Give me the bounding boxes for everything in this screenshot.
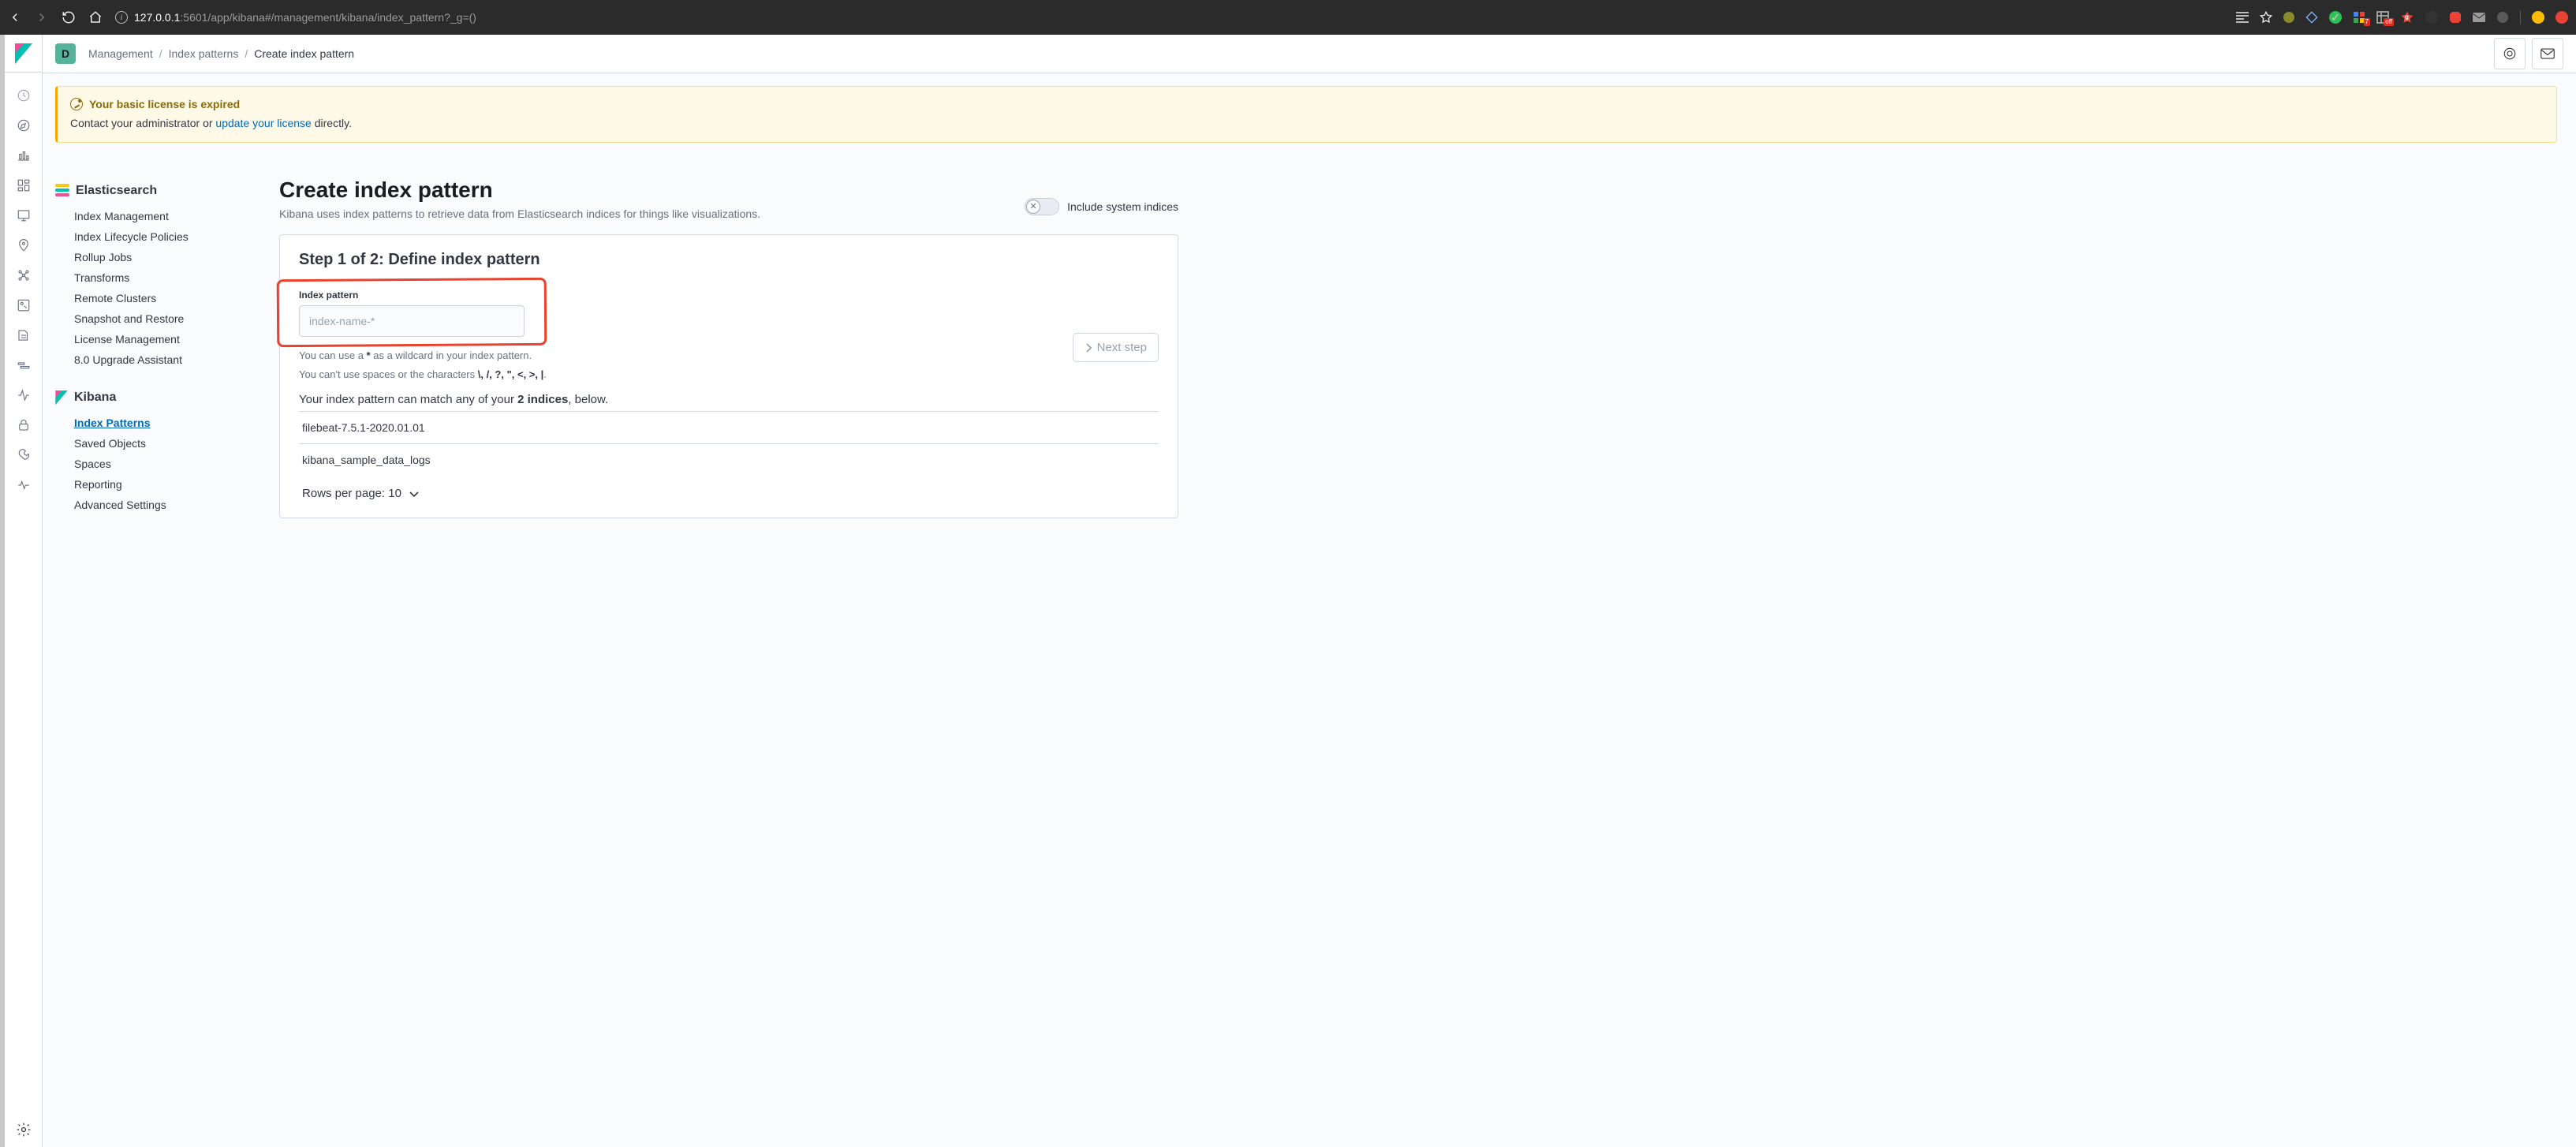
- callout-text-prefix: Contact your administrator or: [70, 117, 215, 129]
- reader-icon[interactable]: [2236, 12, 2249, 23]
- app-header: D Management / Index patterns / Create i…: [43, 35, 2576, 73]
- help-text-2: You can't use spaces or the characters \…: [299, 367, 1159, 383]
- nav-rollup[interactable]: Rollup Jobs: [74, 251, 132, 263]
- extension-adblock-icon[interactable]: [2449, 11, 2462, 24]
- nav-advanced-settings[interactable]: Advanced Settings: [74, 499, 166, 511]
- step-title: Step 1 of 2: Define index pattern: [299, 251, 1159, 269]
- section-es-label: Elasticsearch: [76, 184, 157, 198]
- dashboard-icon[interactable]: [16, 178, 32, 192]
- clock-alert-icon: [70, 98, 83, 110]
- section-kibana: Kibana: [55, 390, 260, 405]
- step-panel: Step 1 of 2: Define index pattern Index …: [279, 234, 1178, 518]
- indices-list: filebeat-7.5.1-2020.01.01 kibana_sample_…: [299, 411, 1159, 476]
- callout-text-suffix: directly.: [312, 117, 352, 129]
- match-summary: Your index pattern can match any of your…: [299, 393, 1159, 406]
- breadcrumb-current: Create index pattern: [254, 47, 354, 60]
- devtools-icon[interactable]: [16, 448, 32, 462]
- field-label: Index pattern: [299, 290, 525, 301]
- breadcrumb-index-patterns[interactable]: Index patterns: [169, 47, 239, 60]
- extension-dot-icon[interactable]: [2283, 12, 2294, 23]
- update-license-link[interactable]: update your license: [215, 117, 311, 129]
- extension-mail-icon[interactable]: [2473, 13, 2485, 22]
- extension-box-2[interactable]: [2376, 11, 2389, 24]
- nav-spaces[interactable]: Spaces: [74, 458, 111, 470]
- toggle-label: Include system indices: [1067, 200, 1178, 213]
- next-step-button[interactable]: Next step: [1073, 333, 1159, 362]
- nav-upgrade[interactable]: 8.0 Upgrade Assistant: [74, 353, 182, 366]
- nav-index-patterns[interactable]: Index Patterns: [74, 417, 150, 429]
- extension-dark-icon[interactable]: [2425, 11, 2438, 24]
- url-path: :5601/app/kibana#/management/kibana/inde…: [180, 11, 476, 24]
- space-selector[interactable]: D: [55, 43, 76, 64]
- nav-transforms[interactable]: Transforms: [74, 271, 129, 284]
- logs-icon[interactable]: [16, 328, 32, 342]
- nav-snapshot[interactable]: Snapshot and Restore: [74, 312, 184, 325]
- diamond-icon[interactable]: [2305, 11, 2318, 24]
- discover-icon[interactable]: [16, 118, 32, 133]
- ml-icon[interactable]: [16, 268, 32, 282]
- metrics-icon[interactable]: [16, 298, 32, 312]
- management-icon[interactable]: [16, 1122, 32, 1138]
- callout-title: Your basic license is expired: [89, 98, 240, 110]
- breadcrumb-sep-1: /: [159, 47, 162, 60]
- management-sidebar: Elasticsearch Index Management Index Lif…: [55, 177, 260, 1128]
- apm-icon[interactable]: [16, 358, 32, 372]
- address-bar[interactable]: 127.0.0.1:5601/app/kibana#/management/ki…: [134, 11, 476, 24]
- extension-gstar-icon[interactable]: g: [2400, 10, 2414, 24]
- extension-generic-icon[interactable]: [2496, 11, 2509, 24]
- next-step-label: Next step: [1097, 341, 1147, 354]
- nav-remote-clusters[interactable]: Remote Clusters: [74, 292, 156, 304]
- profile-icon[interactable]: [2532, 11, 2544, 24]
- rows-per-page-label: Rows per page: 10: [302, 487, 401, 500]
- mail-button[interactable]: [2532, 38, 2563, 69]
- rows-per-page-button[interactable]: Rows per page: 10: [299, 476, 1159, 502]
- extension-tray: ✓ g: [2236, 10, 2568, 24]
- section-kb-label: Kibana: [74, 390, 116, 405]
- index-pattern-input[interactable]: [299, 305, 525, 337]
- index-row: filebeat-7.5.1-2020.01.01: [299, 411, 1159, 443]
- visualize-icon[interactable]: [16, 148, 32, 163]
- reload-button[interactable]: [62, 10, 76, 24]
- chevron-down-icon: [409, 491, 419, 498]
- help-text-1: You can use a * as a wildcard in your in…: [299, 348, 1159, 364]
- recent-icon[interactable]: [16, 88, 32, 103]
- nav-reporting[interactable]: Reporting: [74, 478, 122, 491]
- back-button[interactable]: [8, 10, 22, 24]
- site-info-icon[interactable]: i: [115, 11, 128, 24]
- left-nav-rail: [5, 35, 43, 1147]
- breadcrumb-sep-2: /: [245, 47, 248, 60]
- elasticsearch-logo-icon: [55, 184, 69, 198]
- extension-box-1[interactable]: [2353, 11, 2365, 24]
- nav-index-management[interactable]: Index Management: [74, 210, 169, 222]
- monitoring-icon[interactable]: [16, 478, 32, 492]
- check-icon[interactable]: ✓: [2329, 11, 2342, 24]
- index-row: kibana_sample_data_logs: [299, 443, 1159, 476]
- browser-chrome: i 127.0.0.1:5601/app/kibana#/management/…: [0, 0, 2576, 35]
- bookmark-star-icon[interactable]: [2260, 11, 2272, 24]
- page-title: Create index pattern: [279, 177, 760, 203]
- nav-saved-objects[interactable]: Saved Objects: [74, 437, 146, 450]
- include-system-indices-toggle[interactable]: ✕: [1025, 198, 1059, 215]
- canvas-icon[interactable]: [16, 208, 32, 222]
- breadcrumb: Management / Index patterns / Create ind…: [88, 47, 354, 60]
- license-callout: Your basic license is expired Contact yo…: [55, 86, 2557, 143]
- siem-icon[interactable]: [16, 418, 32, 432]
- extension-record-icon[interactable]: [2555, 11, 2568, 24]
- nav-ilm[interactable]: Index Lifecycle Policies: [74, 230, 189, 243]
- kibana-small-logo-icon: [55, 390, 68, 405]
- forward-button[interactable]: [35, 10, 49, 24]
- page-description: Kibana uses index patterns to retrieve d…: [279, 207, 760, 220]
- section-elasticsearch: Elasticsearch: [55, 184, 260, 198]
- uptime-icon[interactable]: [16, 388, 32, 402]
- maps-icon[interactable]: [16, 238, 32, 252]
- separator: [2520, 10, 2521, 24]
- url-host: 127.0.0.1: [134, 11, 180, 24]
- home-button[interactable]: [88, 10, 103, 24]
- kibana-logo-icon[interactable]: [5, 35, 43, 73]
- newsfeed-button[interactable]: [2494, 38, 2526, 69]
- nav-license[interactable]: License Management: [74, 333, 180, 346]
- breadcrumb-management[interactable]: Management: [88, 47, 153, 60]
